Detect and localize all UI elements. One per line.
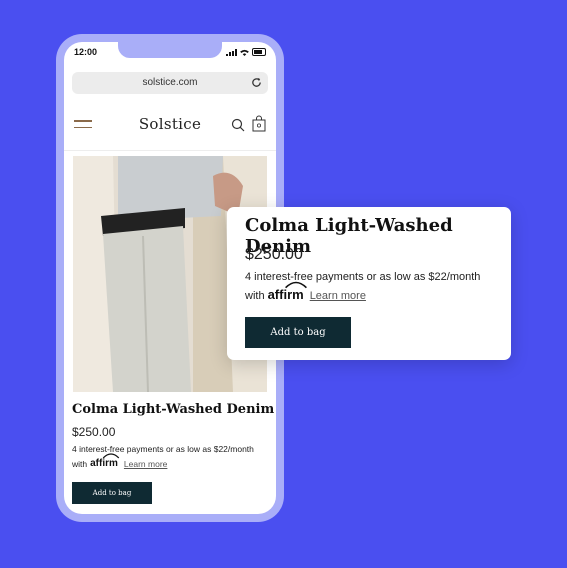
- affirm-line: with affirm Learn more: [72, 453, 167, 469]
- wifi-icon: [240, 49, 249, 56]
- learn-more-link[interactable]: Learn more: [124, 459, 167, 469]
- battery-icon: [252, 48, 266, 56]
- popup-affirm-logo: affirm: [268, 281, 307, 302]
- product-title: Colma Light-Washed Denim: [72, 402, 275, 417]
- affirm-popup-card: Colma Light-Washed Denim $250.00 4 inter…: [227, 207, 511, 360]
- affirm-logo: affirm: [90, 453, 120, 469]
- url-bar[interactable]: solstice.com: [72, 72, 268, 94]
- popup-learn-more-link[interactable]: Learn more: [310, 290, 366, 302]
- popup-product-price: $250.00: [245, 246, 303, 263]
- search-icon[interactable]: [231, 118, 245, 132]
- reload-icon[interactable]: [251, 77, 262, 88]
- popup-payment-text: 4 interest-free payments or as low as $2…: [245, 271, 481, 283]
- bag-icon[interactable]: [252, 115, 266, 132]
- popup-affirm-line: with affirm Learn more: [245, 281, 366, 302]
- affirm-arc-icon: [102, 453, 120, 459]
- site-header: Solstice: [64, 102, 276, 151]
- signal-icon: [226, 48, 237, 56]
- product-price: $250.00: [72, 425, 116, 439]
- add-to-bag-button[interactable]: Add to bag: [72, 482, 152, 504]
- phone-notch: [118, 42, 222, 58]
- popup-with-text: with: [245, 290, 265, 302]
- url-text: solstice.com: [142, 77, 198, 88]
- popup-add-to-bag-button[interactable]: Add to bag: [245, 317, 351, 348]
- status-icons: [226, 48, 266, 56]
- with-text: with: [72, 459, 88, 469]
- popup-affirm-arc-icon: [284, 281, 307, 289]
- status-time: 12:00: [74, 47, 98, 57]
